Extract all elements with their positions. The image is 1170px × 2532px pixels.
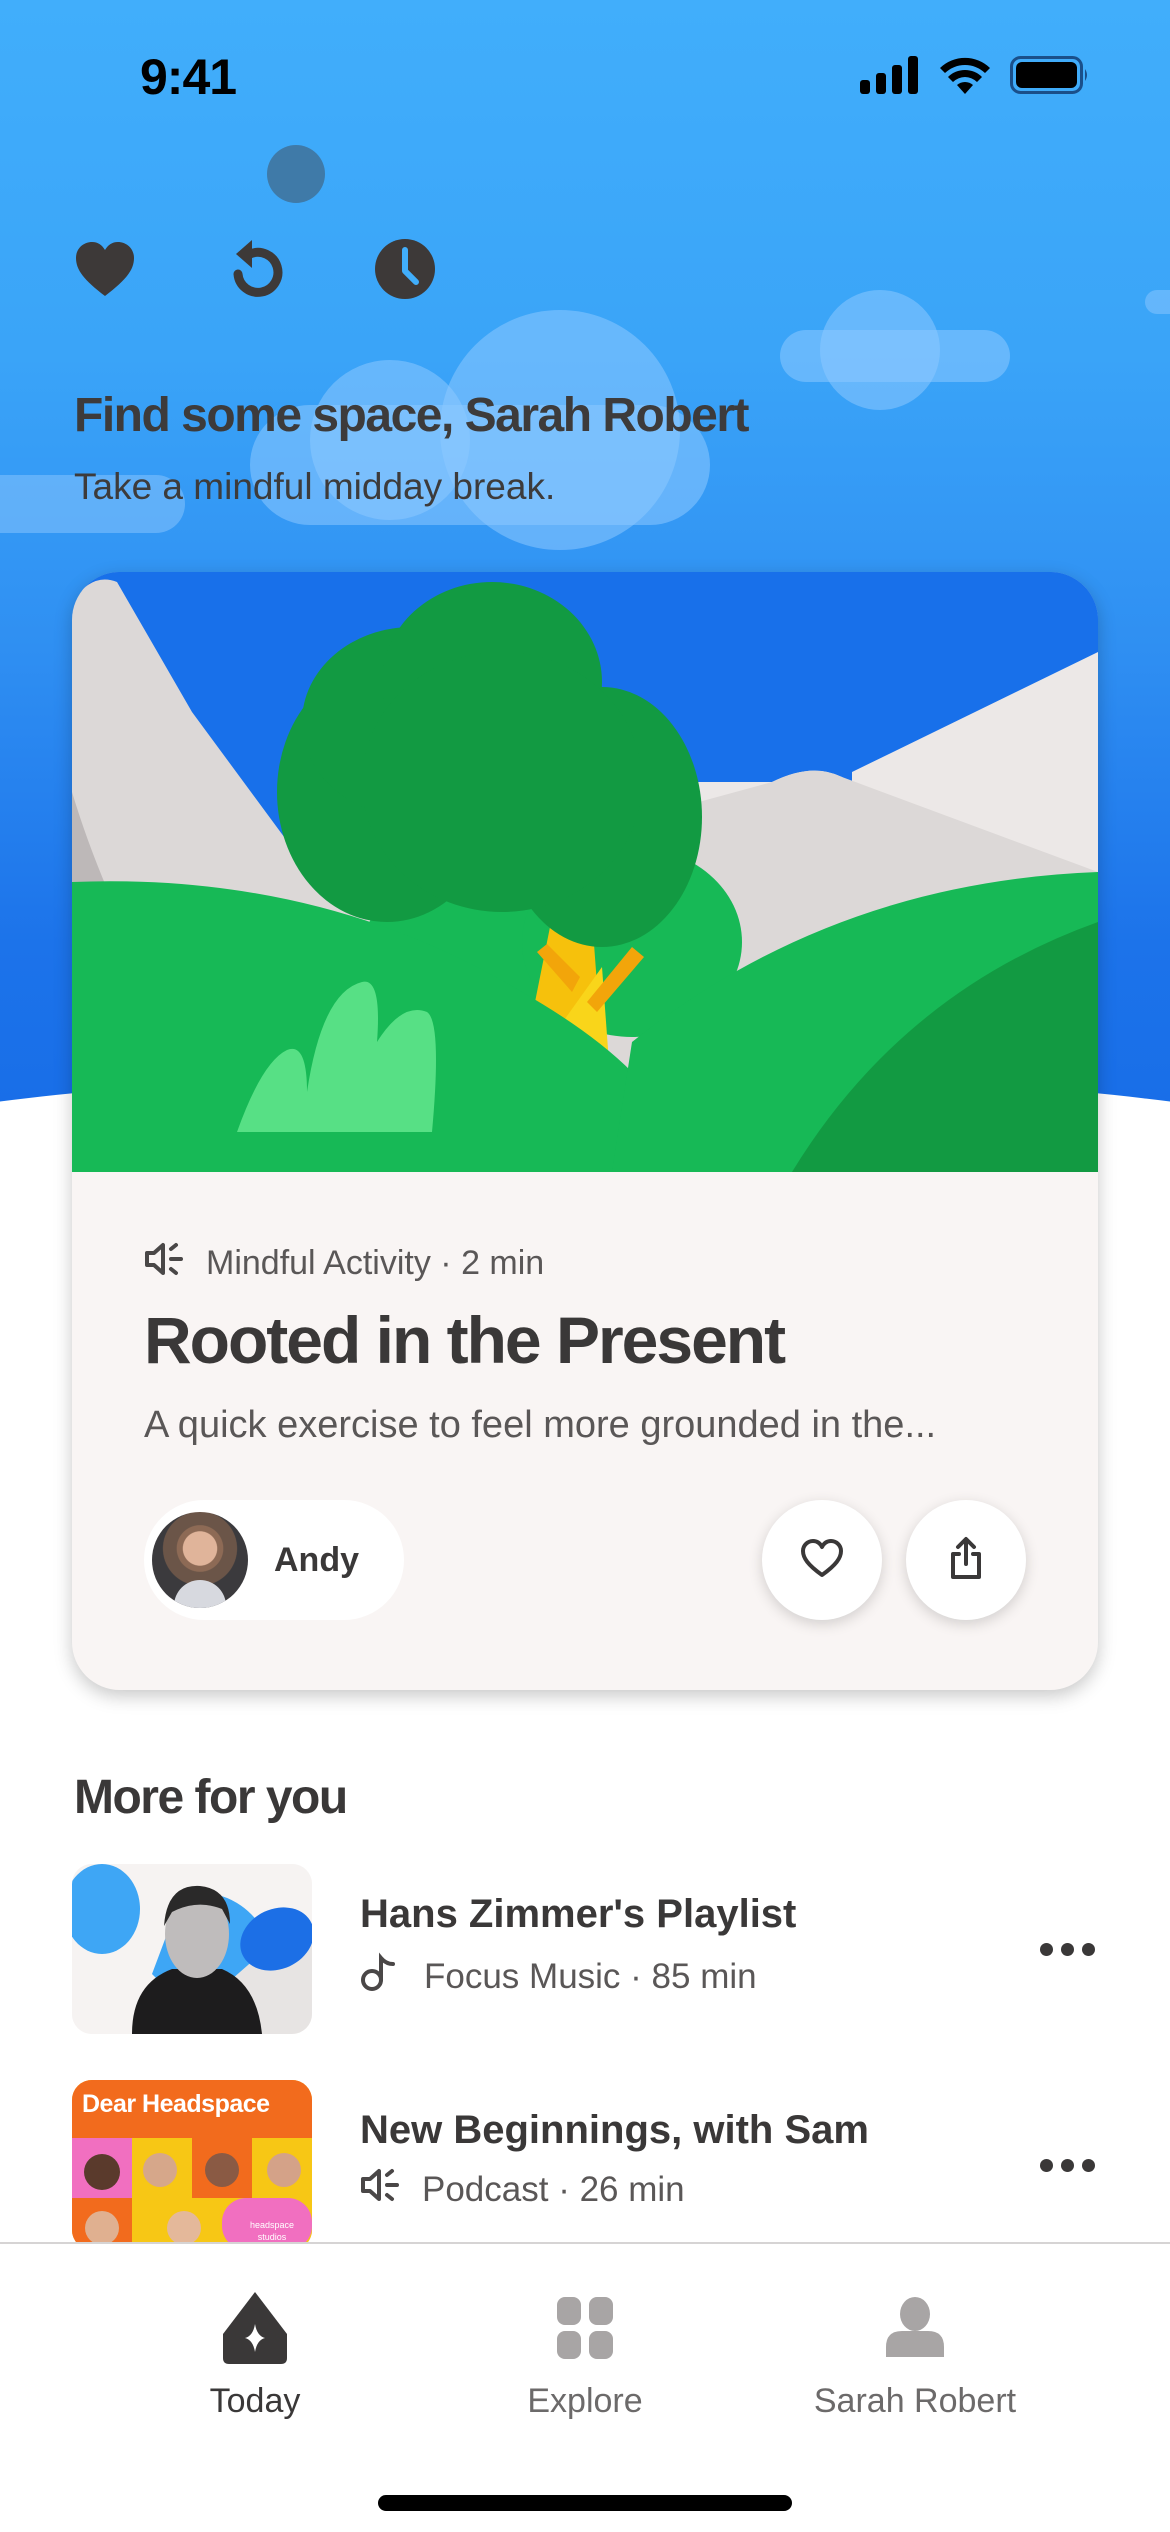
- dot: [1039, 1942, 1053, 1956]
- dot: [1081, 1942, 1095, 1956]
- dot: [1081, 2158, 1095, 2172]
- music-note-icon: [360, 1952, 402, 2001]
- tab-label: Sarah Robert: [813, 2382, 1017, 2420]
- history-replay-icon[interactable]: [224, 238, 286, 300]
- thumbnail-subtext: studios: [258, 2232, 287, 2242]
- featured-title[interactable]: Rooted in the Present: [144, 1302, 786, 1378]
- featured-card-body: Mindful Activity · 2 min Rooted in the P…: [72, 1172, 1098, 1690]
- list-item-title: Hans Zimmer's Playlist: [360, 1892, 797, 1936]
- author-avatar: [152, 1512, 248, 1608]
- tab-today[interactable]: Today: [125, 2288, 385, 2428]
- thumbnail-title: Dear Headspace: [82, 2090, 270, 2118]
- speaker-audio-icon: [360, 2168, 400, 2211]
- cloud-decoration: [780, 330, 1010, 382]
- list-item-meta: Podcast · 26 min: [360, 2168, 685, 2211]
- tab-label: Explore: [527, 2382, 643, 2420]
- cellular-signal-icon: [860, 56, 920, 99]
- home-indicator[interactable]: [378, 2495, 792, 2511]
- share-button[interactable]: [906, 1500, 1026, 1620]
- tab-explore[interactable]: Explore: [455, 2288, 715, 2428]
- more-for-you-heading: More for you: [74, 1771, 348, 1824]
- list-item-meta-text: Focus Music · 85 min: [424, 1956, 757, 1996]
- dot: [1060, 1942, 1074, 1956]
- thumbnail-subtext: headspace: [250, 2220, 294, 2230]
- more-options-button[interactable]: [1027, 2140, 1107, 2190]
- status-time: 9:41: [140, 49, 237, 105]
- share-icon: [949, 1536, 983, 1585]
- favorites-heart-icon[interactable]: [74, 238, 136, 300]
- list-item-meta-text: Podcast · 26 min: [422, 2169, 685, 2209]
- cloud-decoration: [1145, 290, 1170, 314]
- more-options-button[interactable]: [1027, 1924, 1107, 1974]
- featured-description: A quick exercise to feel more grounded i…: [144, 1404, 937, 1446]
- clock-icon[interactable]: [374, 238, 436, 300]
- featured-card[interactable]: Mindful Activity · 2 min Rooted in the P…: [72, 572, 1098, 1690]
- featured-meta: Mindful Activity · 2 min: [144, 1242, 544, 1285]
- dot: [1039, 2158, 1053, 2172]
- tab-profile[interactable]: Sarah Robert: [785, 2288, 1045, 2428]
- greeting-heading: Find some space, Sarah Robert: [74, 389, 750, 442]
- hans-zimmer-thumbnail: [72, 1864, 312, 2034]
- author-name: Andy: [274, 1540, 359, 1579]
- heart-outline-icon: [800, 1538, 844, 1583]
- author-chip[interactable]: Andy: [144, 1500, 404, 1620]
- dot: [1060, 2158, 1074, 2172]
- tab-label: Today: [209, 2382, 301, 2420]
- explore-grid-icon: [545, 2288, 625, 2368]
- status-icons: [860, 56, 1090, 99]
- header-actions: [74, 238, 436, 300]
- dear-headspace-thumbnail: headspace studios Dear Headspace: [72, 2080, 312, 2250]
- favorite-button[interactable]: [762, 1500, 882, 1620]
- greeting-subtitle: Take a mindful midday break.: [74, 466, 556, 507]
- speaker-audio-icon: [144, 1242, 184, 1285]
- featured-illustration: [72, 572, 1098, 1172]
- wifi-icon: [940, 56, 990, 99]
- profile-person-icon: [875, 2288, 955, 2368]
- list-item-title: New Beginnings, with Sam: [360, 2108, 869, 2152]
- list-item[interactable]: headspace studios Dear Headspace New Beg…: [72, 2080, 1112, 2250]
- list-item-meta: Focus Music · 85 min: [360, 1952, 757, 2001]
- featured-meta-text: Mindful Activity · 2 min: [206, 1244, 545, 1282]
- list-item[interactable]: Hans Zimmer's Playlist Focus Music · 85 …: [72, 1864, 1112, 2034]
- battery-icon: [1010, 56, 1090, 99]
- status-bar: 9:41: [0, 0, 1170, 150]
- today-home-icon: [215, 2288, 295, 2368]
- tab-bar: Today Explore Sarah Robert: [0, 2242, 1170, 2532]
- floating-dot-decoration: [267, 145, 325, 203]
